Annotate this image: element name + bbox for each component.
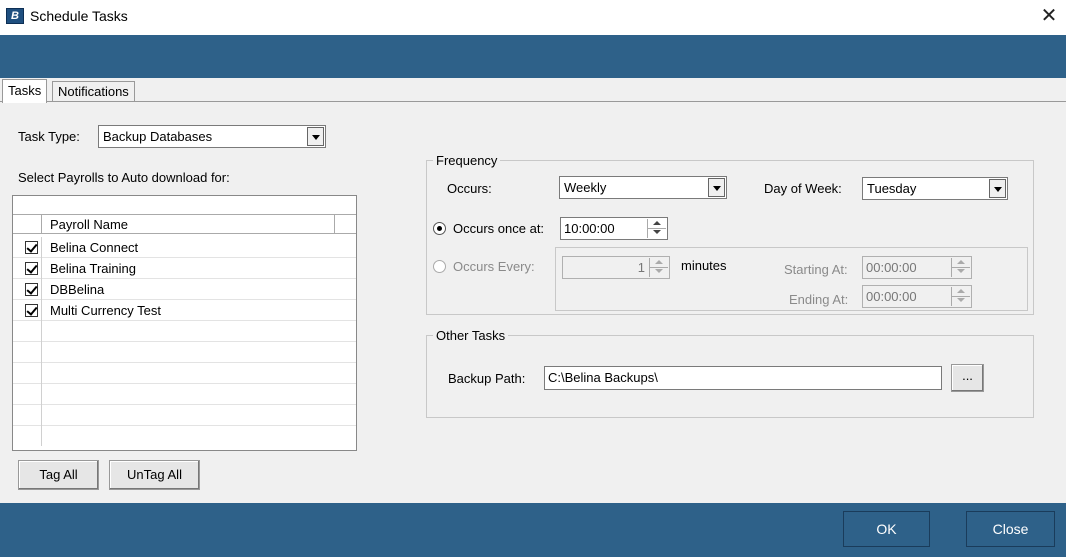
app-logo-icon: B: [6, 8, 24, 24]
chevron-down-icon[interactable]: [307, 127, 324, 146]
spin-divider: [951, 296, 970, 297]
payroll-select-label: Select Payrolls to Auto download for:: [18, 170, 230, 185]
row-selector: [13, 405, 42, 426]
title-bar: [0, 0, 1066, 35]
day-of-week-label: Day of Week:: [764, 181, 842, 196]
task-type-value: Backup Databases: [103, 129, 213, 144]
tag-all-button[interactable]: Tag All: [18, 460, 99, 490]
tab-notifications[interactable]: Notifications: [52, 81, 135, 102]
grid-header-selector: [13, 215, 42, 233]
occurs-every-radio[interactable]: [433, 260, 446, 273]
occurs-once-value: 10:00:00: [564, 221, 615, 236]
empty-row: [13, 342, 356, 363]
table-row[interactable]: Belina Connect: [13, 237, 356, 258]
table-row[interactable]: DBBelina: [13, 279, 356, 300]
backup-path-label: Backup Path:: [448, 371, 526, 386]
row-selector: [13, 321, 42, 342]
minutes-label: minutes: [681, 258, 727, 273]
occurs-every-interval[interactable]: 1: [562, 256, 670, 279]
starting-at-value: 00:00:00: [866, 260, 917, 275]
table-row[interactable]: Multi Currency Test: [13, 300, 356, 321]
occurs-every-value: 1: [637, 260, 645, 275]
occurs-once-label: Occurs once at:: [453, 221, 545, 236]
checkbox-checked-icon[interactable]: [25, 283, 38, 296]
row-selector: [13, 342, 42, 363]
occurs-once-radio[interactable]: [433, 222, 446, 235]
payroll-name: Belina Training: [50, 261, 136, 276]
ending-at-time[interactable]: 00:00:00: [862, 285, 972, 308]
day-of-week-select[interactable]: Tuesday: [862, 177, 1008, 200]
payroll-name: Multi Currency Test: [50, 303, 162, 318]
chevron-down-icon[interactable]: [708, 178, 725, 197]
payroll-name: Belina Connect: [50, 240, 139, 255]
occurs-label: Occurs:: [447, 181, 492, 196]
ok-button[interactable]: OK: [843, 511, 930, 547]
ending-at-value: 00:00:00: [866, 289, 917, 304]
starting-at-time[interactable]: 00:00:00: [862, 256, 972, 279]
empty-row: [13, 363, 356, 384]
checkbox-checked-icon[interactable]: [25, 241, 38, 254]
table-row[interactable]: Belina Training: [13, 258, 356, 279]
backup-path-value: C:\Belina Backups\: [548, 370, 658, 385]
checkbox-checked-icon[interactable]: [25, 304, 38, 317]
empty-row: [13, 426, 356, 446]
untag-all-button[interactable]: UnTag All: [109, 460, 200, 490]
empty-row: [13, 405, 356, 426]
spin-divider: [649, 267, 668, 268]
tab-strip: [0, 78, 1066, 102]
close-icon[interactable]: ✕: [1036, 2, 1062, 30]
ending-at-label: Ending At:: [789, 292, 849, 307]
grid-header: Payroll Name: [13, 214, 356, 234]
grid-header-divider: [334, 215, 335, 233]
browse-button[interactable]: ...: [951, 364, 984, 392]
payroll-name-header: Payroll Name: [50, 217, 129, 232]
payroll-name: DBBelina: [50, 282, 105, 297]
occurs-select[interactable]: Weekly: [559, 176, 727, 199]
chevron-down-icon[interactable]: [989, 179, 1006, 198]
day-of-week-value: Tuesday: [867, 181, 917, 196]
occurs-every-label: Occurs Every:: [453, 259, 535, 274]
header-band: [0, 35, 1066, 78]
other-tasks-title: Other Tasks: [433, 328, 509, 343]
task-type-select[interactable]: Backup Databases: [98, 125, 326, 148]
checkbox-checked-icon[interactable]: [25, 262, 38, 275]
row-selector: [13, 426, 42, 446]
row-selector: [13, 384, 42, 405]
starting-at-label: Starting At:: [784, 262, 848, 277]
row-selector: [13, 363, 42, 384]
empty-row: [13, 384, 356, 405]
tab-tasks[interactable]: Tasks: [2, 79, 48, 103]
spin-divider: [647, 228, 666, 229]
spin-divider: [951, 267, 970, 268]
payroll-grid[interactable]: Payroll Name Belina Connect Belina Train…: [12, 195, 357, 451]
task-type-label: Task Type:: [18, 129, 80, 144]
frequency-title: Frequency: [433, 153, 501, 168]
occurs-once-time[interactable]: 10:00:00: [560, 217, 668, 240]
window-title: Schedule Tasks: [30, 8, 128, 24]
close-button[interactable]: Close: [966, 511, 1055, 547]
backup-path-input[interactable]: C:\Belina Backups\: [544, 366, 942, 390]
empty-row: [13, 321, 356, 342]
occurs-value: Weekly: [564, 180, 607, 195]
